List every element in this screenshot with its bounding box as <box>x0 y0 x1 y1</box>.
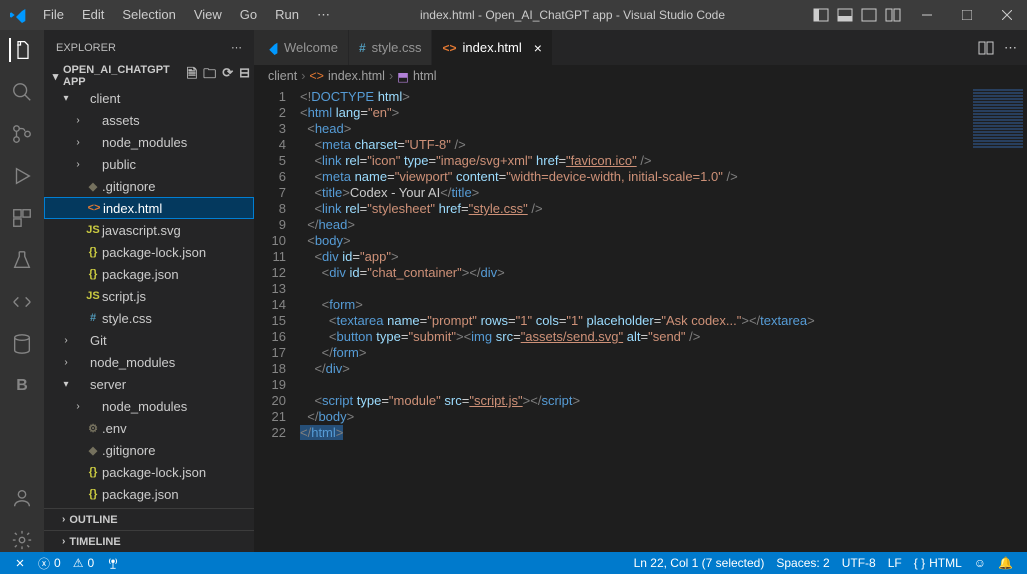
menu-item-file[interactable]: File <box>35 3 72 27</box>
account-icon[interactable] <box>10 486 34 510</box>
minimize-button[interactable] <box>907 0 947 30</box>
status-bar: ⓧ 0 ⚠ 0 Ln 22, Col 1 (7 selected) Spaces… <box>0 552 1027 574</box>
more-actions-icon[interactable]: ⋯ <box>1004 40 1017 56</box>
tree-item[interactable]: {}package-lock.json <box>44 461 254 483</box>
new-file-icon[interactable]: 🗎 <box>187 65 197 87</box>
source-control-icon[interactable] <box>10 122 34 146</box>
layout-grid-icon[interactable] <box>885 7 901 23</box>
remote-icon[interactable] <box>10 290 34 314</box>
settings-gear-icon[interactable] <box>10 528 34 552</box>
database-icon[interactable] <box>10 332 34 356</box>
tree-item[interactable]: #style.css <box>44 307 254 329</box>
line-gutter: 12345678910111213141516171819202122 <box>254 87 300 552</box>
language-mode[interactable]: { } HTML <box>908 556 968 570</box>
close-tab-icon[interactable]: × <box>534 40 542 56</box>
workspace-header[interactable]: ▾ OPEN_AI_CHATGPT APP 🗎 🗀 ⟳ ⊟ <box>44 65 254 87</box>
tree-item[interactable]: ›node_modules <box>44 395 254 417</box>
editor-group: Welcome#style.css<>index.html× ⋯ client› … <box>254 30 1027 552</box>
tree-item[interactable]: JSscript.js <box>44 285 254 307</box>
indentation[interactable]: Spaces: 2 <box>770 556 835 570</box>
extensions-icon[interactable] <box>10 206 34 230</box>
tree-item[interactable]: {}package-lock.json <box>44 241 254 263</box>
panel-left-icon[interactable] <box>813 7 829 23</box>
sidebar-more-icon[interactable]: ⋯ <box>231 41 242 54</box>
vscode-logo-icon <box>0 7 35 23</box>
new-folder-icon[interactable]: 🗀 <box>203 65 216 87</box>
tree-item[interactable]: <>index.html <box>44 197 254 219</box>
tree-item[interactable]: {}package.json <box>44 263 254 285</box>
split-editor-icon[interactable] <box>978 40 994 56</box>
panel-bottom-icon[interactable] <box>837 7 853 23</box>
window-title: index.html - Open_AI_ChatGPT app - Visua… <box>338 8 807 22</box>
tree-item[interactable]: ◆.gitignore <box>44 175 254 197</box>
sidebar-title: EXPLORER <box>56 42 116 54</box>
radio-tower-icon[interactable] <box>100 556 126 570</box>
eol[interactable]: LF <box>882 556 908 570</box>
tree-item[interactable]: ›assets <box>44 109 254 131</box>
tree-item[interactable]: ◆.gitignore <box>44 439 254 461</box>
tree-item[interactable]: {}package.json <box>44 483 254 505</box>
tree-item[interactable]: ›public <box>44 153 254 175</box>
testing-icon[interactable] <box>10 248 34 272</box>
close-window-button[interactable] <box>987 0 1027 30</box>
file-tree[interactable]: ▾client›assets›node_modules›public◆.giti… <box>44 87 254 508</box>
tree-item[interactable]: JSjavascript.svg <box>44 219 254 241</box>
tree-item[interactable]: ›node_modules <box>44 131 254 153</box>
tab-welcome[interactable]: Welcome <box>254 30 349 65</box>
encoding[interactable]: UTF-8 <box>836 556 882 570</box>
titlebar: FileEditSelectionViewGoRun⋯ index.html -… <box>0 0 1027 30</box>
notifications-icon[interactable]: 🔔 <box>992 556 1019 570</box>
activity-bar: B <box>0 30 44 552</box>
minimap[interactable] <box>973 89 1023 149</box>
layout-controls[interactable] <box>807 7 907 23</box>
explorer-icon[interactable] <box>9 38 33 62</box>
menu-item-view[interactable]: View <box>186 3 230 27</box>
tab-bar: Welcome#style.css<>index.html× ⋯ <box>254 30 1027 65</box>
menu-item-go[interactable]: Go <box>232 3 265 27</box>
panel-right-icon[interactable] <box>861 7 877 23</box>
menu-item-⋯[interactable]: ⋯ <box>309 3 338 27</box>
tree-item[interactable]: ›Git <box>44 329 254 351</box>
breadcrumbs[interactable]: client› <> index.html› ⬒ html <box>254 65 1027 87</box>
tab-index.html[interactable]: <>index.html× <box>432 30 552 65</box>
tab-style.css[interactable]: #style.css <box>349 30 433 65</box>
collapse-all-icon[interactable]: ⊟ <box>239 65 250 87</box>
feedback-icon[interactable]: ☺ <box>968 556 992 570</box>
cursor-position[interactable]: Ln 22, Col 1 (7 selected) <box>628 556 771 570</box>
menu-item-run[interactable]: Run <box>267 3 307 27</box>
run-debug-icon[interactable] <box>10 164 34 188</box>
tree-item[interactable]: ⚙.env <box>44 417 254 439</box>
outline-pane[interactable]: ›OUTLINE <box>44 508 254 530</box>
letter-b-icon[interactable]: B <box>10 374 34 398</box>
menu-item-edit[interactable]: Edit <box>74 3 112 27</box>
errors-count[interactable]: ⓧ 0 <box>32 555 67 572</box>
menu-item-selection[interactable]: Selection <box>114 3 183 27</box>
tree-item[interactable]: ›node_modules <box>44 351 254 373</box>
tree-item[interactable]: ▾server <box>44 373 254 395</box>
sidebar: EXPLORER ⋯ ▾ OPEN_AI_CHATGPT APP 🗎 🗀 ⟳ ⊟… <box>44 30 254 552</box>
warnings-count[interactable]: ⚠ 0 <box>67 556 100 570</box>
remote-indicator[interactable] <box>8 557 32 569</box>
workspace-name: OPEN_AI_CHATGPT APP <box>63 64 187 88</box>
search-icon[interactable] <box>10 80 34 104</box>
tree-item[interactable]: ▾client <box>44 87 254 109</box>
timeline-pane[interactable]: ›TIMELINE <box>44 530 254 552</box>
code-editor[interactable]: 12345678910111213141516171819202122 <!DO… <box>254 87 1027 552</box>
maximize-button[interactable] <box>947 0 987 30</box>
refresh-icon[interactable]: ⟳ <box>222 65 233 87</box>
